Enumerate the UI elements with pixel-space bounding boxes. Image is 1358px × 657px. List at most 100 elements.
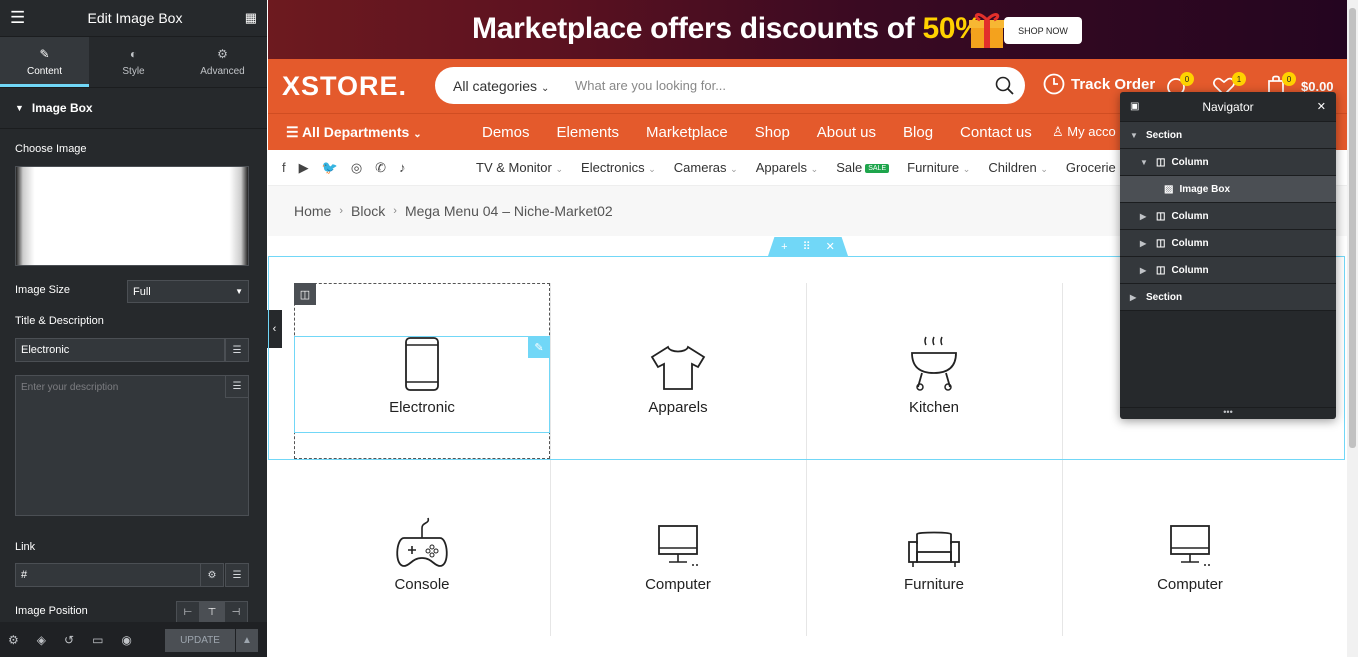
update-button[interactable]: UPDATE <box>165 629 235 652</box>
section-title: Image Box <box>31 101 93 115</box>
image-chooser[interactable] <box>15 166 249 266</box>
navigator-collapse-icon[interactable]: ▣ <box>1130 101 1139 112</box>
image-size-value: Full <box>133 285 151 298</box>
image-box-apparels[interactable]: Apparels <box>550 345 806 416</box>
image-box-computer-2[interactable]: Computer <box>1062 524 1318 593</box>
sofa-icon <box>908 531 960 567</box>
navigator-resize-handle-icon[interactable]: ••• <box>1120 407 1336 419</box>
align-top-icon[interactable]: ⊤ <box>200 601 224 623</box>
page-scrollbar[interactable] <box>1347 0 1358 657</box>
category-link-groceries[interactable]: Grocerie <box>1066 160 1116 175</box>
panel-footer: ⚙ ◈ ↺ ▭ ◉ UPDATE ▲ <box>0 622 267 657</box>
chevron-right-icon: › <box>339 205 344 217</box>
link-dynamic-icon[interactable]: ☰ <box>225 563 249 587</box>
navigator-row-column[interactable]: ▶ ◫ Column <box>1120 230 1336 257</box>
add-section-plus-icon[interactable]: + <box>781 241 787 253</box>
nav-link-elements[interactable]: Elements <box>557 124 620 141</box>
drag-handle-icon[interactable]: ⠿ <box>803 240 811 253</box>
facebook-icon[interactable]: f <box>282 160 286 176</box>
search-input[interactable]: What are you looking for... <box>565 78 726 93</box>
settings-gear-icon[interactable]: ⚙ <box>8 633 19 647</box>
link-input-value: # <box>21 569 28 581</box>
image-box-console[interactable]: Console <box>294 514 550 593</box>
align-right-icon[interactable]: ⊣ <box>224 601 248 623</box>
navigator-row-label: Column <box>1171 156 1209 168</box>
navigator-row-column[interactable]: ▶ ◫ Column <box>1120 203 1336 230</box>
nav-link-marketplace[interactable]: Marketplace <box>646 124 728 141</box>
navigator-row-column[interactable]: ▼ ◫ Column <box>1120 149 1336 176</box>
navigator-row-column[interactable]: ▶ ◫ Column <box>1120 257 1336 284</box>
whatsapp-icon[interactable]: ✆ <box>375 160 386 176</box>
navigator-row-image-box[interactable]: ▨ Image Box <box>1120 176 1336 203</box>
all-departments-menu[interactable]: ☰ All Departments ⌄ <box>286 124 422 141</box>
nav-link-blog[interactable]: Blog <box>903 124 933 141</box>
image-box-kitchen[interactable]: Kitchen <box>806 335 1062 416</box>
nav-link-contact[interactable]: Contact us <box>960 124 1032 141</box>
navigator-row-section[interactable]: ▼ Section <box>1120 122 1336 149</box>
twitter-icon[interactable]: 🐦 <box>322 160 338 176</box>
image-box-electronic[interactable]: Electronic <box>294 337 550 416</box>
category-link-furniture[interactable]: Furniture ⌄ <box>907 160 970 175</box>
layers-icon[interactable]: ◈ <box>37 633 46 647</box>
navigator-row-label: Section <box>1146 129 1183 141</box>
nav-link-demos[interactable]: Demos <box>482 124 530 141</box>
column-handle-icon[interactable]: ◫ <box>294 283 316 305</box>
breadcrumb-block[interactable]: Block <box>351 203 385 219</box>
nav-link-about[interactable]: About us <box>817 124 876 141</box>
category-electronics-label: Electronics <box>581 160 645 175</box>
instagram-icon[interactable]: ◎ <box>351 160 362 176</box>
nav-link-shop[interactable]: Shop <box>755 124 790 141</box>
update-options-caret-icon[interactable]: ▲ <box>236 629 258 652</box>
image-size-select[interactable]: Full ▼ <box>127 280 249 303</box>
category-select-value: All categories <box>453 77 538 94</box>
wishlist-count-badge: 1 <box>1232 72 1246 86</box>
category-link-apparels[interactable]: Apparels ⌄ <box>756 160 818 175</box>
description-placeholder: Enter your description <box>21 382 119 393</box>
category-apparels-label: Apparels <box>755 160 808 175</box>
breadcrumb-home[interactable]: Home <box>294 203 331 219</box>
column-icon: ◫ <box>1156 156 1166 168</box>
description-textarea[interactable]: Enter your description <box>15 375 249 516</box>
link-input[interactable]: # <box>15 563 201 587</box>
image-box-title: Computer <box>1157 576 1223 593</box>
search-icon[interactable] <box>995 76 1014 95</box>
search-bar: All categories ⌄ What are you looking fo… <box>435 67 1025 104</box>
navigator-close-icon[interactable]: ✕ <box>1317 100 1326 113</box>
category-link-electronics[interactable]: Electronics ⌄ <box>581 160 656 175</box>
link-options-gear-icon[interactable]: ⚙ <box>200 563 224 587</box>
category-sale-label: Sale <box>836 160 863 175</box>
preview-eye-icon[interactable]: ◉ <box>121 633 131 647</box>
scrollbar-thumb[interactable] <box>1349 8 1356 448</box>
category-link-sale[interactable]: Sale SALE <box>836 160 890 175</box>
chevron-down-icon: ⌄ <box>730 164 738 174</box>
navigator-row-section[interactable]: ▶ Section <box>1120 284 1336 311</box>
youtube-icon[interactable]: ▶ <box>299 160 309 176</box>
tab-style[interactable]: ◐ Style <box>89 37 178 87</box>
category-link-cameras[interactable]: Cameras ⌄ <box>674 160 738 175</box>
history-icon[interactable]: ↺ <box>64 633 74 647</box>
image-box-furniture[interactable]: Furniture <box>806 530 1062 593</box>
category-link-tv[interactable]: TV & Monitor ⌄ <box>476 160 563 175</box>
align-left-icon[interactable]: ⊢ <box>176 601 200 623</box>
title-input[interactable]: Electronic <box>15 338 225 362</box>
image-box-title: Apparels <box>648 399 708 416</box>
image-box-computer[interactable]: Computer <box>550 524 806 593</box>
shop-now-button[interactable]: SHOP NOW <box>1004 17 1082 44</box>
navigator-row-label: Section <box>1146 291 1183 303</box>
navigator-header[interactable]: ▣ Navigator ✕ <box>1120 92 1336 122</box>
tiktok-icon[interactable]: ♪ <box>399 160 406 176</box>
responsive-icon[interactable]: ▭ <box>92 633 103 647</box>
my-account-link[interactable]: ♙ My acco <box>1052 124 1116 140</box>
delete-section-close-icon[interactable]: ✕ <box>826 240 835 253</box>
tab-content[interactable]: ✎ Content <box>0 37 89 87</box>
tab-advanced[interactable]: ⚙ Advanced <box>178 37 267 87</box>
image-box-title: Kitchen <box>908 399 960 416</box>
description-dynamic-icon[interactable]: ☰ <box>225 375 249 398</box>
hamburger-menu-icon[interactable]: ☰ <box>10 8 25 28</box>
section-toggle-image-box[interactable]: ▼ Image Box <box>0 88 267 129</box>
category-select[interactable]: All categories ⌄ <box>435 78 565 94</box>
dynamic-tags-icon[interactable]: ☰ <box>225 338 249 362</box>
widgets-grid-icon[interactable]: ▦ <box>245 10 257 26</box>
site-logo[interactable]: XSTORE. <box>282 71 407 102</box>
category-link-children[interactable]: Children ⌄ <box>988 160 1048 175</box>
